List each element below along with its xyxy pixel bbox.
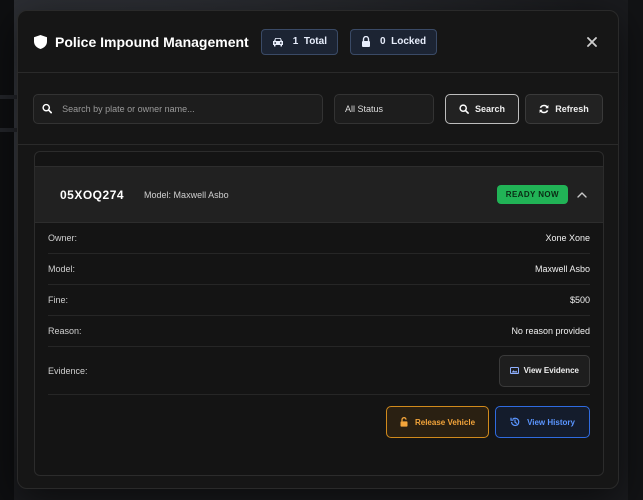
search-button-label: Search — [474, 103, 506, 114]
locked-label: Locked — [391, 36, 427, 47]
vehicle-card-header[interactable]: 05XOQ274 Model: Maxwell Asbo READY NOW — [35, 166, 603, 223]
history-icon — [510, 417, 520, 427]
view-evidence-label: View Evidence — [523, 366, 579, 375]
model-value: Maxwell Asbo — [534, 264, 590, 274]
detail-row-evidence: Evidence: View Evidence — [48, 347, 590, 395]
vehicle-actions: Release Vehicle View History — [35, 395, 603, 438]
impound-modal: Police Impound Management 1 Total 0 Lock… — [17, 10, 619, 489]
search-icon — [42, 103, 53, 114]
locked-badge: 0 Locked — [349, 28, 438, 55]
modal-title-text: Police Impound Management — [55, 33, 249, 50]
vehicle-plate: 05XOQ274 — [60, 187, 125, 202]
view-evidence-button[interactable]: View Evidence — [498, 354, 590, 387]
fine-value: $500 — [569, 295, 590, 305]
refresh-button-label: Refresh — [555, 103, 589, 114]
release-vehicle-button[interactable]: Release Vehicle — [386, 406, 489, 438]
model-label: Model: — [48, 264, 76, 274]
refresh-icon — [539, 104, 549, 113]
image-icon — [509, 367, 519, 374]
detail-row-owner: Owner: Xone Xone — [48, 223, 590, 254]
unlock-icon — [400, 417, 408, 427]
total-label: Total — [303, 36, 327, 47]
car-icon — [272, 37, 283, 46]
view-history-button[interactable]: View History — [495, 406, 590, 438]
chevron-up-icon[interactable] — [577, 191, 587, 198]
modal-title: Police Impound Management — [34, 34, 249, 50]
owner-value: Xone Xone — [545, 233, 590, 243]
vehicle-details: Owner: Xone Xone Model: Maxwell Asbo Fin… — [35, 223, 603, 395]
detail-row-fine: Fine: $500 — [48, 285, 590, 316]
toolbar: All Status Search Refresh — [18, 73, 618, 145]
status-badge: READY NOW — [496, 185, 568, 204]
shield-icon — [34, 34, 47, 49]
search-box — [33, 93, 323, 124]
search-icon — [459, 103, 469, 114]
detail-row-reason: Reason: No reason provided — [48, 316, 590, 347]
refresh-button[interactable]: Refresh — [525, 93, 603, 124]
status-select-value: All Status — [345, 103, 384, 114]
vehicle-model-summary: Model: Maxwell Asbo — [144, 189, 229, 200]
locked-count: 0 — [379, 36, 386, 47]
vehicle-list: 05XOQ274 Model: Maxwell Asbo READY NOW O… — [34, 151, 604, 476]
total-badge: 1 Total — [260, 28, 338, 55]
close-button[interactable] — [582, 32, 602, 52]
reason-label: Reason: — [48, 326, 82, 336]
close-icon — [587, 36, 597, 47]
search-input[interactable] — [60, 102, 314, 115]
lock-icon — [361, 36, 370, 47]
detail-row-model: Model: Maxwell Asbo — [48, 254, 590, 285]
release-vehicle-label: Release Vehicle — [414, 417, 476, 427]
owner-label: Owner: — [48, 233, 78, 243]
total-count: 1 — [292, 36, 299, 47]
fine-label: Fine: — [48, 295, 69, 305]
search-button[interactable]: Search — [445, 93, 519, 124]
view-history-label: View History — [527, 417, 575, 427]
modal-header: Police Impound Management 1 Total 0 Lock… — [18, 11, 618, 73]
evidence-label: Evidence: — [48, 365, 88, 376]
reason-value: No reason provided — [511, 326, 590, 336]
status-select[interactable]: All Status — [334, 93, 434, 124]
